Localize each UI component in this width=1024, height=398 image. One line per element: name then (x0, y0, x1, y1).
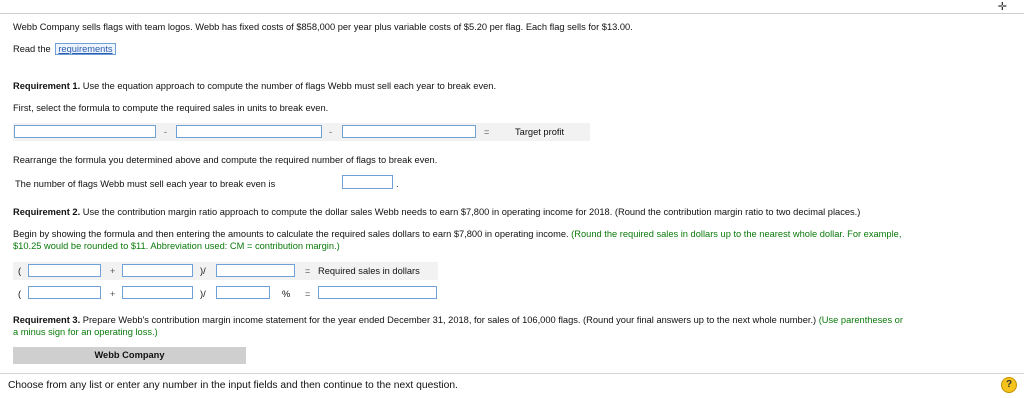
cm-ratio-input[interactable] (216, 286, 270, 299)
minus-operator-1: - (164, 127, 167, 137)
income-statement-header: Webb Company (13, 347, 246, 364)
requirements-link[interactable]: requirements (55, 43, 116, 55)
cm-field-fixed-costs[interactable] (28, 264, 101, 277)
footer-instruction: Choose from any list or enter any number… (8, 380, 458, 391)
req2-begin-text: Begin by showing the formula and then en… (13, 229, 569, 239)
req1-label: Requirement 1. (13, 81, 81, 91)
req1-heading: Requirement 1. Use the equation approach… (13, 81, 496, 91)
equals-operator-3: = (305, 289, 311, 299)
cm-field-cm-ratio-label[interactable] (216, 264, 295, 277)
percent-sign: % (282, 289, 291, 299)
open-paren-2: ( (18, 289, 22, 299)
formula-field-1[interactable] (14, 125, 156, 138)
req1-text: Use the equation approach to compute the… (80, 81, 497, 91)
req3-label: Requirement 3. (13, 315, 81, 325)
req2-round-note-2: $10.25 would be rounded to $11. Abbrevia… (13, 241, 340, 251)
divide-operator-2: )/ (200, 289, 206, 299)
expand-icon[interactable]: ✛ (998, 0, 1007, 13)
read-the-label: Read the (13, 44, 51, 54)
cm-amount-fixed-costs[interactable] (28, 286, 101, 299)
breakeven-period: . (396, 179, 399, 189)
req1-rearrange: Rearrange the formula you determined abo… (13, 155, 438, 165)
req2-heading: Requirement 2. Use the contribution marg… (13, 207, 860, 217)
cm-field-target-income[interactable] (122, 264, 193, 277)
req3-text: Prepare Webb's contribution margin incom… (80, 315, 817, 325)
required-sales-label: Required sales in dollars (318, 266, 420, 276)
req2-round-note-1: (Round the required sales in dollars up … (568, 229, 902, 239)
footer-divider (0, 373, 1024, 374)
breakeven-label: The number of flags Webb must sell each … (15, 179, 276, 189)
req2-text: Use the contribution margin ratio approa… (80, 207, 861, 217)
target-profit-label: Target profit (515, 127, 565, 137)
req2-label: Requirement 2. (13, 207, 81, 217)
equals-operator: = (484, 127, 490, 137)
plus-operator-2: + (110, 289, 116, 299)
read-requirements-line: Read the requirements (13, 43, 116, 55)
plus-operator-1: + (110, 266, 116, 276)
formula-field-2[interactable] (176, 125, 322, 138)
minus-operator-2: - (329, 127, 332, 137)
cm-amount-target-income[interactable] (122, 286, 193, 299)
breakeven-flags-input[interactable] (342, 175, 393, 189)
top-divider (0, 13, 1024, 14)
req3-note-1: (Use parentheses or (816, 315, 903, 325)
req3-note-2: a minus sign for an operating loss.) (13, 327, 158, 337)
required-sales-input[interactable] (318, 286, 437, 299)
req3-heading: Requirement 3. Prepare Webb's contributi… (13, 315, 903, 325)
divide-operator-1: )/ (200, 266, 206, 276)
intro-text: Webb Company sells flags with team logos… (13, 22, 633, 32)
req1-first-select: First, select the formula to compute the… (13, 103, 329, 113)
open-paren-1: ( (18, 266, 22, 276)
help-icon[interactable]: ? (1001, 377, 1017, 393)
equals-operator-2: = (305, 266, 311, 276)
req2-begin-line1: Begin by showing the formula and then en… (13, 229, 901, 239)
formula-field-3[interactable] (342, 125, 476, 138)
